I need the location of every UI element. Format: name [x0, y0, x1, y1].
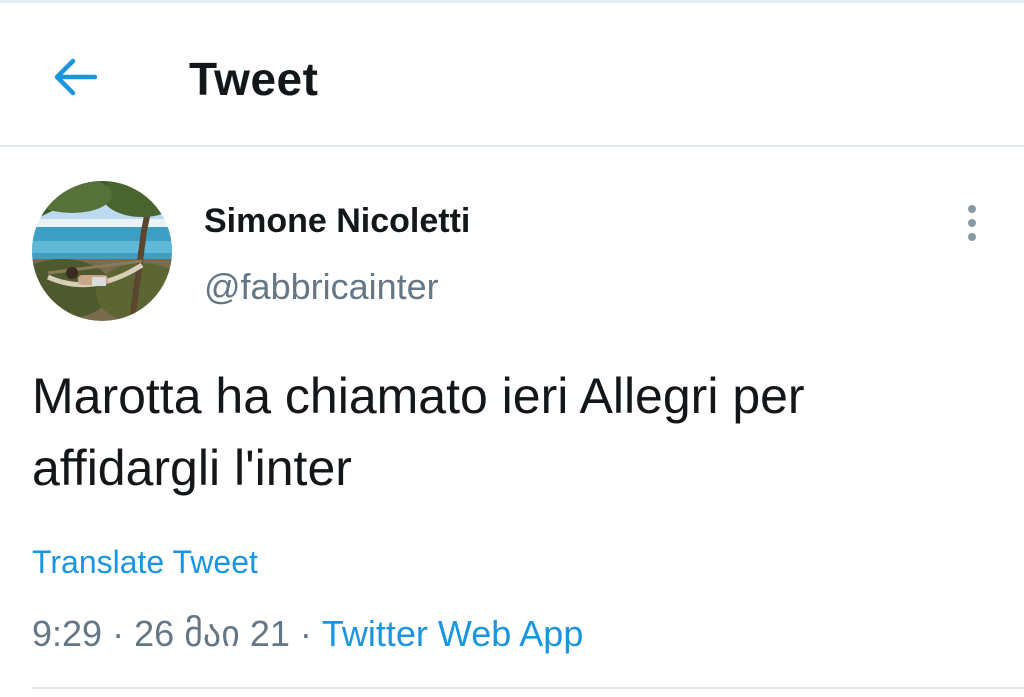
tweet-text: Marotta ha chiamato ieri Allegri per aff… — [32, 368, 805, 496]
meta-separator: · — [102, 613, 135, 654]
meta-separator: · — [289, 613, 322, 654]
author-handle[interactable]: @fabbricainter — [204, 264, 439, 310]
arrow-left-icon — [54, 58, 97, 96]
page-title: Tweet — [189, 53, 319, 105]
back-button[interactable] — [44, 49, 104, 105]
tweet-time: 9:29 — [32, 613, 103, 654]
author-display-name[interactable]: Simone Nicoletti — [204, 198, 470, 244]
tweet-source-link[interactable]: Twitter Web App — [322, 613, 583, 654]
avatar-photo — [32, 181, 172, 321]
top-app-bar: Tweet — [0, 3, 1024, 147]
translate-tweet-link[interactable]: Translate Tweet — [32, 540, 258, 584]
tweet-date: 26 მაი 21 — [134, 613, 290, 654]
tweet-metadata: 9:29 · 26 მაი 21 · Twitter Web App — [32, 610, 583, 658]
divider — [32, 687, 1024, 689]
avatar[interactable] — [32, 181, 172, 321]
more-vertical-icon — [968, 205, 976, 241]
more-options-button[interactable] — [950, 200, 994, 246]
